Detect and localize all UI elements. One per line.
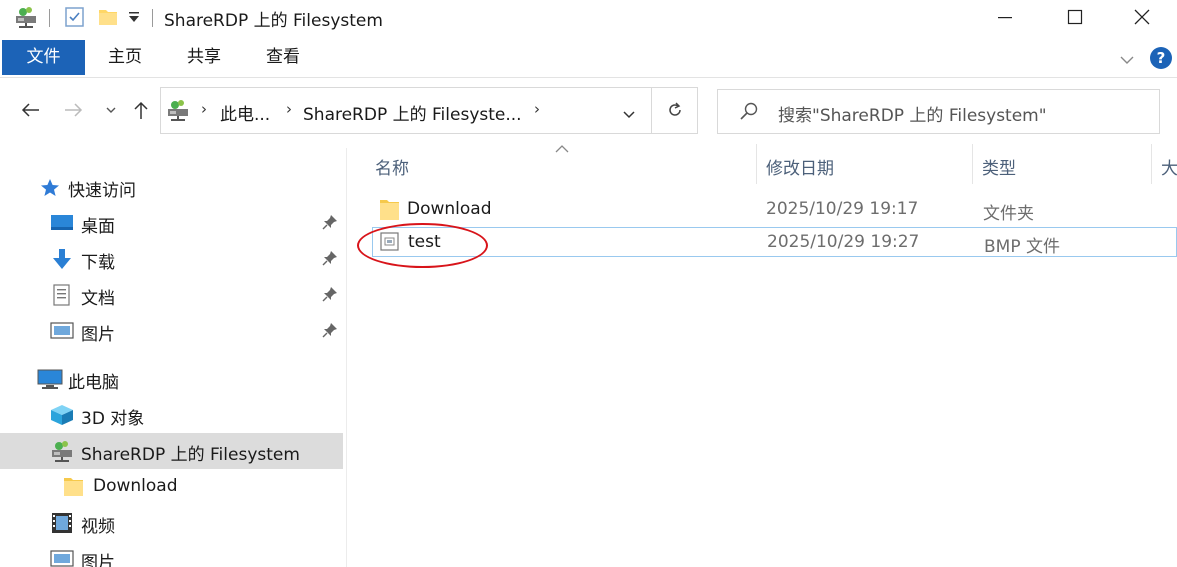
sidebar-item-label: 图片 bbox=[81, 325, 115, 345]
folder-icon bbox=[379, 198, 401, 227]
sidebar-item-quick-access[interactable]: 快速访问 bbox=[0, 169, 343, 205]
tab-file[interactable]: 文件 bbox=[2, 40, 85, 75]
search-input[interactable]: 搜索"ShareRDP 上的 Filesystem" bbox=[778, 101, 1047, 126]
picture-icon bbox=[50, 320, 74, 342]
sidebar-item-3d-objects[interactable]: 3D 对象 bbox=[0, 397, 343, 433]
new-folder-icon[interactable] bbox=[98, 6, 120, 33]
sidebar-item-this-pc[interactable]: 此电脑 bbox=[0, 361, 343, 397]
document-icon bbox=[52, 284, 76, 306]
column-header-size[interactable]: 大 bbox=[1161, 154, 1177, 179]
close-button[interactable] bbox=[1107, 0, 1177, 34]
forward-button[interactable] bbox=[62, 98, 86, 122]
breadcrumb-chevron-icon[interactable]: › bbox=[286, 100, 292, 118]
sidebar-item-videos[interactable]: 视频 bbox=[0, 505, 343, 541]
sidebar-item-label: 图片 bbox=[81, 553, 115, 567]
title-separator bbox=[49, 9, 50, 27]
address-separator bbox=[651, 88, 652, 133]
sidebar-item-downloads[interactable]: 下载 bbox=[0, 241, 343, 277]
navigation-bar: › 此电... › ShareRDP 上的 Filesyste... › 搜索"… bbox=[0, 86, 1177, 136]
sidebar-item-label: 下载 bbox=[81, 253, 115, 273]
sidebar-item-desktop[interactable]: 桌面 bbox=[0, 205, 343, 241]
title-separator bbox=[152, 9, 153, 27]
title-bar: ShareRDP 上的 Filesystem bbox=[0, 0, 1177, 36]
up-button[interactable] bbox=[129, 98, 153, 122]
table-row[interactable]: Download 2025/10/29 19:17 文件夹 bbox=[372, 195, 1177, 225]
breadcrumb-this-pc[interactable]: 此电... bbox=[220, 100, 270, 125]
back-button[interactable] bbox=[18, 98, 42, 122]
search-icon bbox=[739, 102, 759, 127]
column-divider[interactable] bbox=[1151, 144, 1152, 184]
network-drive-icon bbox=[166, 99, 190, 126]
pin-icon[interactable] bbox=[322, 214, 338, 235]
sidebar-item-label: ShareRDP 上的 Filesystem bbox=[81, 445, 300, 465]
pane-divider[interactable] bbox=[346, 148, 347, 567]
sidebar-item-label: 此电脑 bbox=[68, 373, 119, 393]
sidebar-item-pictures[interactable]: 图片 bbox=[0, 313, 343, 349]
file-modified: 2025/10/29 19:17 bbox=[766, 199, 919, 219]
properties-icon[interactable] bbox=[64, 6, 86, 33]
file-list: 名称 修改日期 类型 大 Download 2025/10/29 19:17 文… bbox=[348, 136, 1177, 567]
refresh-button[interactable] bbox=[666, 101, 684, 124]
sidebar-item-download-folder[interactable]: Download bbox=[0, 469, 343, 505]
computer-icon bbox=[37, 368, 63, 390]
sidebar-item-share-filesystem[interactable]: ShareRDP 上的 Filesystem bbox=[0, 433, 343, 469]
3d-objects-icon bbox=[50, 404, 74, 426]
search-box[interactable]: 搜索"ShareRDP 上的 Filesystem" bbox=[717, 89, 1160, 134]
file-name: Download bbox=[407, 199, 492, 219]
address-dropdown-icon[interactable] bbox=[622, 105, 636, 125]
tab-view[interactable]: 查看 bbox=[254, 40, 312, 75]
address-bar[interactable]: › 此电... › ShareRDP 上的 Filesyste... › bbox=[160, 87, 698, 134]
ribbon: 文件 主页 共享 查看 ? bbox=[0, 40, 1177, 78]
file-modified: 2025/10/29 19:27 bbox=[767, 232, 920, 252]
column-divider[interactable] bbox=[756, 144, 757, 184]
tab-home[interactable]: 主页 bbox=[96, 40, 154, 75]
sidebar-item-pictures-pc[interactable]: 图片 bbox=[0, 541, 343, 567]
svg-text:?: ? bbox=[1157, 49, 1166, 67]
ribbon-expand-chevron-icon[interactable] bbox=[1119, 51, 1135, 71]
download-arrow-icon bbox=[50, 248, 74, 270]
sidebar-item-label: 视频 bbox=[81, 517, 115, 537]
help-icon[interactable]: ? bbox=[1149, 46, 1173, 75]
sidebar-item-label: 文档 bbox=[81, 289, 115, 309]
tab-share[interactable]: 共享 bbox=[175, 40, 233, 75]
quick-access-toolbar-dropdown-icon[interactable] bbox=[128, 9, 140, 29]
sidebar-item-documents[interactable]: 文档 bbox=[0, 277, 343, 313]
pin-icon[interactable] bbox=[322, 286, 338, 307]
sidebar-item-label: 3D 对象 bbox=[81, 409, 145, 429]
file-type: BMP 文件 bbox=[984, 237, 1060, 257]
window-title: ShareRDP 上的 Filesystem bbox=[164, 11, 383, 31]
column-header-type[interactable]: 类型 bbox=[982, 154, 1016, 179]
sidebar-item-label: 桌面 bbox=[81, 217, 115, 237]
pin-icon[interactable] bbox=[322, 250, 338, 271]
sidebar-item-label: 快速访问 bbox=[68, 181, 136, 201]
pin-icon[interactable] bbox=[322, 322, 338, 343]
column-divider[interactable] bbox=[972, 144, 973, 184]
breadcrumb-chevron-icon[interactable]: › bbox=[534, 100, 540, 118]
minimize-button[interactable] bbox=[970, 0, 1040, 34]
network-drive-icon[interactable] bbox=[14, 6, 38, 33]
recent-locations-chevron-icon[interactable] bbox=[99, 98, 123, 122]
breadcrumb-share[interactable]: ShareRDP 上的 Filesyste... bbox=[303, 100, 522, 125]
ribbon-divider bbox=[0, 77, 1177, 78]
picture-icon bbox=[50, 548, 74, 567]
sidebar-item-label: Download bbox=[93, 476, 178, 496]
highlight-circle bbox=[357, 223, 488, 268]
column-header-name[interactable]: 名称 bbox=[375, 154, 409, 179]
navigation-pane: 快速访问 桌面 下载 文档 图片 此电脑 3D 对象 ShareRDP 上的 F… bbox=[0, 148, 347, 567]
maximize-button[interactable] bbox=[1040, 0, 1110, 34]
folder-icon bbox=[63, 476, 87, 498]
star-icon bbox=[40, 178, 64, 200]
file-type: 文件夹 bbox=[983, 204, 1034, 224]
sort-ascending-icon bbox=[555, 138, 569, 158]
column-header-modified[interactable]: 修改日期 bbox=[766, 154, 834, 179]
network-drive-icon bbox=[50, 440, 74, 462]
breadcrumb-chevron-icon[interactable]: › bbox=[201, 100, 207, 118]
desktop-icon bbox=[50, 212, 74, 234]
video-icon bbox=[51, 512, 75, 534]
table-row-selected[interactable]: test 2025/10/29 19:27 BMP 文件 bbox=[372, 227, 1177, 257]
